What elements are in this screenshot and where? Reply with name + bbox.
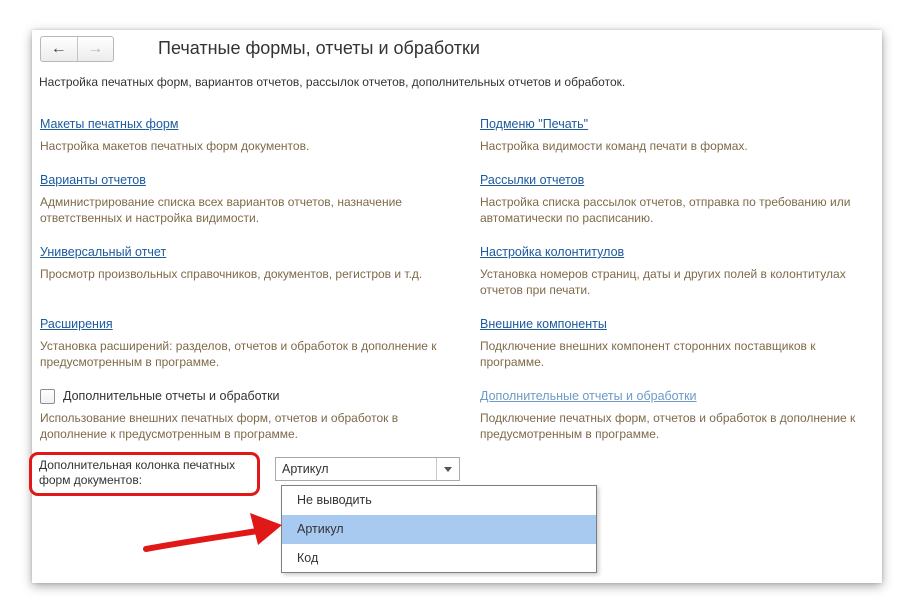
caret-down-icon	[444, 466, 452, 472]
report-variants-link[interactable]: Варианты отчетов	[40, 172, 440, 188]
section-additional-reports: Дополнительные отчеты и обработки Подклю…	[480, 388, 880, 442]
section-description: Администрирование списка всех вариантов …	[40, 195, 402, 225]
section-report-variants: Варианты отчетов Администрирование списк…	[40, 172, 440, 226]
print-layouts-link[interactable]: Макеты печатных форм	[40, 116, 440, 132]
section-print-submenu: Подменю "Печать" Настройка видимости ком…	[480, 116, 880, 154]
dropdown-option-code[interactable]: Код	[282, 544, 596, 573]
report-mailings-link[interactable]: Рассылки отчетов	[480, 172, 880, 188]
section-report-mailings: Рассылки отчетов Настройка списка рассыл…	[480, 172, 880, 226]
page-subtitle: Настройка печатных форм, вариантов отчет…	[39, 75, 626, 89]
extensions-link[interactable]: Расширения	[40, 316, 440, 332]
universal-report-link[interactable]: Универсальный отчет	[40, 244, 440, 260]
arrow-left-icon: ←	[50, 40, 67, 57]
additional-reports-checkbox-row[interactable]: Дополнительные отчеты и обработки	[40, 388, 440, 404]
additional-reports-link[interactable]: Дополнительные отчеты и обработки	[480, 388, 880, 404]
headers-footers-link[interactable]: Настройка колонтитулов	[480, 244, 880, 260]
forward-button[interactable]: →	[78, 37, 114, 61]
section-description: Настройка видимости команд печати в форм…	[480, 139, 748, 153]
section-additional-reports-toggle: Дополнительные отчеты и обработки Исполь…	[40, 388, 440, 442]
section-universal-report: Универсальный отчет Просмотр произвольны…	[40, 244, 440, 282]
section-description: Просмотр произвольных справочников, доку…	[40, 267, 423, 281]
section-extensions: Расширения Установка расширений: раздело…	[40, 316, 440, 370]
checkbox-label[interactable]: Дополнительные отчеты и обработки	[63, 388, 280, 404]
select-value: Артикул	[282, 462, 329, 476]
section-description: Установка номеров страниц, даты и других…	[480, 267, 846, 297]
external-components-link[interactable]: Внешние компоненты	[480, 316, 880, 332]
navigation-buttons: ← →	[40, 36, 114, 62]
section-description: Установка расширений: разделов, отчетов …	[40, 339, 437, 369]
page-title: Печатные формы, отчеты и обработки	[158, 38, 480, 58]
section-description: Использование внешних печатных форм, отч…	[40, 411, 399, 441]
arrow-right-icon: →	[87, 40, 104, 57]
section-external-components: Внешние компоненты Подключение внешних к…	[480, 316, 880, 370]
additional-reports-checkbox[interactable]	[40, 388, 55, 404]
section-description: Подключение печатных форм, отчетов и обр…	[480, 411, 856, 441]
section-headers-footers: Настройка колонтитулов Установка номеров…	[480, 244, 880, 298]
section-description: Настройка макетов печатных форм документ…	[40, 139, 310, 153]
dropdown-option-none[interactable]: Не выводить	[282, 486, 596, 515]
section-description: Настройка списка рассылок отчетов, отпра…	[480, 195, 851, 225]
highlight-annotation	[29, 452, 260, 496]
red-arrow-icon	[143, 513, 282, 552]
section-print-layouts: Макеты печатных форм Настройка макетов п…	[40, 116, 440, 154]
section-description: Подключение внешних компонент сторонних …	[480, 339, 816, 369]
extra-column-dropdown-list: Не выводить Артикул Код	[281, 485, 597, 573]
dropdown-option-article[interactable]: Артикул	[282, 515, 596, 544]
back-button[interactable]: ←	[41, 37, 78, 61]
extra-column-select[interactable]: Артикул	[275, 457, 460, 481]
print-submenu-link[interactable]: Подменю "Печать"	[480, 116, 880, 132]
dropdown-button[interactable]	[436, 458, 459, 480]
